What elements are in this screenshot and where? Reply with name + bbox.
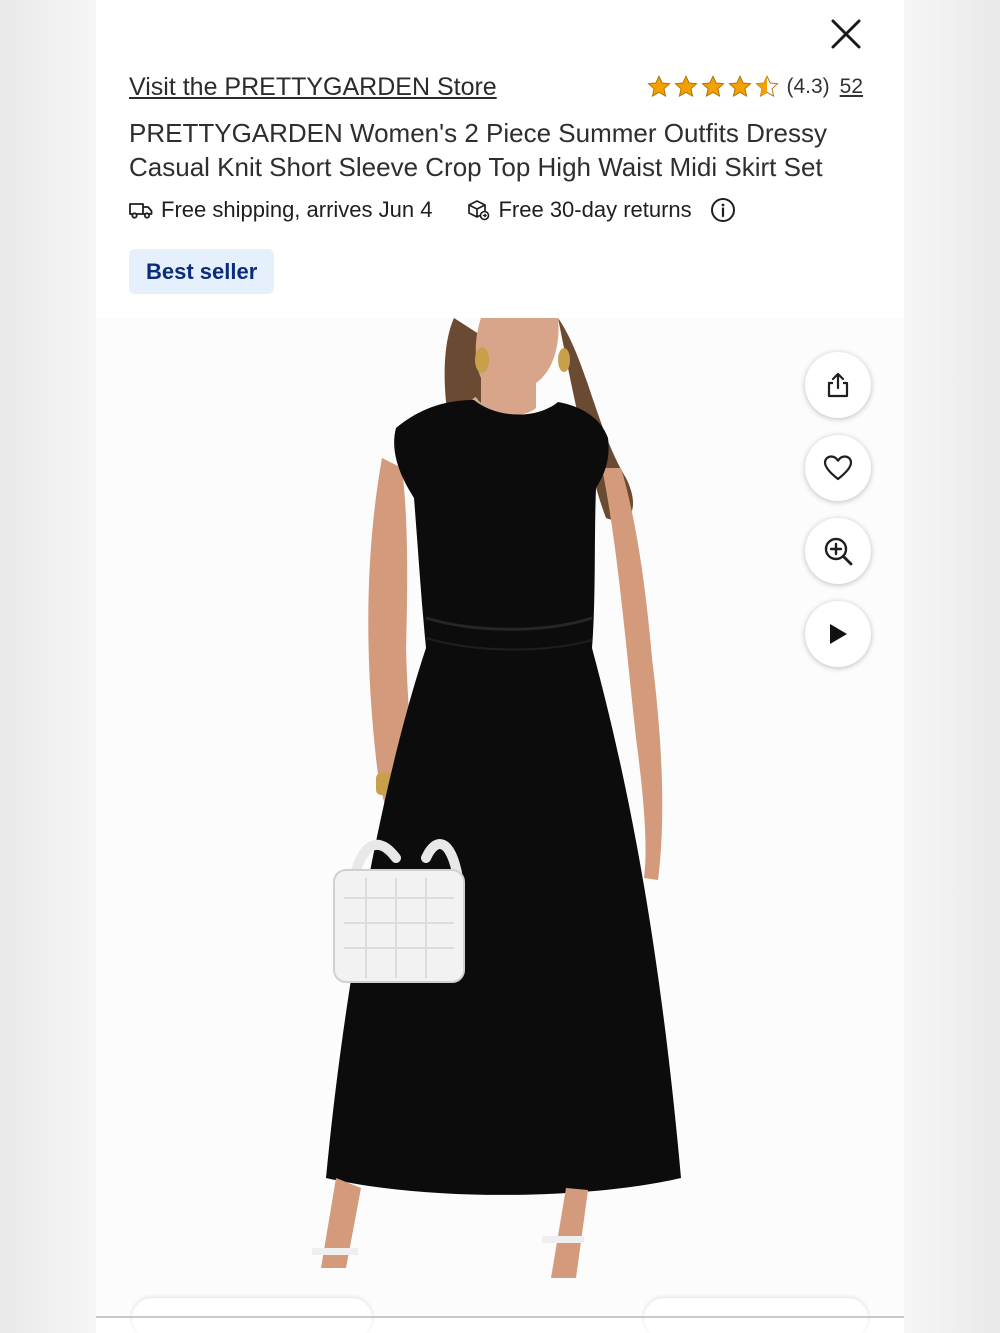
- free-shipping-text: Free shipping, arrives Jun 4: [161, 197, 433, 222]
- play-video-button[interactable]: [805, 601, 871, 667]
- rating[interactable]: (4.3) 52: [646, 74, 863, 100]
- zoom-in-icon: [824, 537, 853, 566]
- rating-stars: [646, 74, 780, 100]
- product-sheet: Visit the PRETTYGARDEN Store (4.3) 52 PR…: [96, 0, 904, 1333]
- star-full-icon: [701, 75, 726, 97]
- store-link[interactable]: Visit the PRETTYGARDEN Store: [129, 73, 497, 102]
- close-button[interactable]: [824, 14, 868, 54]
- product-photo-black-dress: [312, 318, 681, 1278]
- returns-box-icon: [468, 200, 490, 221]
- backdrop-left: [0, 0, 96, 1333]
- shipping-returns-row: Free shipping, arrives Jun 4 Free 30-day…: [129, 194, 736, 226]
- free-shipping: Free shipping, arrives Jun 4: [129, 197, 432, 223]
- free-returns-text: Free 30-day returns: [498, 197, 692, 222]
- star-full-icon: [728, 75, 753, 97]
- star-full-icon: [647, 75, 672, 97]
- star-full-icon: [674, 75, 699, 97]
- bottom-divider: [96, 1316, 904, 1318]
- zoom-button[interactable]: [805, 518, 871, 584]
- product-title: PRETTYGARDEN Women's 2 Piece Summer Outf…: [129, 118, 827, 182]
- share-button[interactable]: [805, 352, 871, 418]
- best-seller-badge: Best seller: [129, 249, 275, 294]
- share-icon: [827, 372, 849, 398]
- store-rating-row: Visit the PRETTYGARDEN Store (4.3) 52: [129, 70, 863, 104]
- review-count-link[interactable]: 52: [840, 75, 863, 99]
- product-image-area[interactable]: [96, 318, 904, 1318]
- star-half-icon: [755, 75, 780, 97]
- free-returns: Free 30-day returns: [466, 197, 692, 223]
- returns-info-button[interactable]: [710, 197, 736, 223]
- heart-icon: [823, 455, 853, 481]
- play-icon: [830, 624, 847, 644]
- close-icon: [831, 19, 861, 49]
- backdrop-right: [904, 0, 1000, 1333]
- info-icon: [710, 198, 735, 222]
- favorite-button[interactable]: [805, 435, 871, 501]
- truck-icon: [129, 203, 153, 219]
- rating-score: (4.3): [786, 75, 830, 98]
